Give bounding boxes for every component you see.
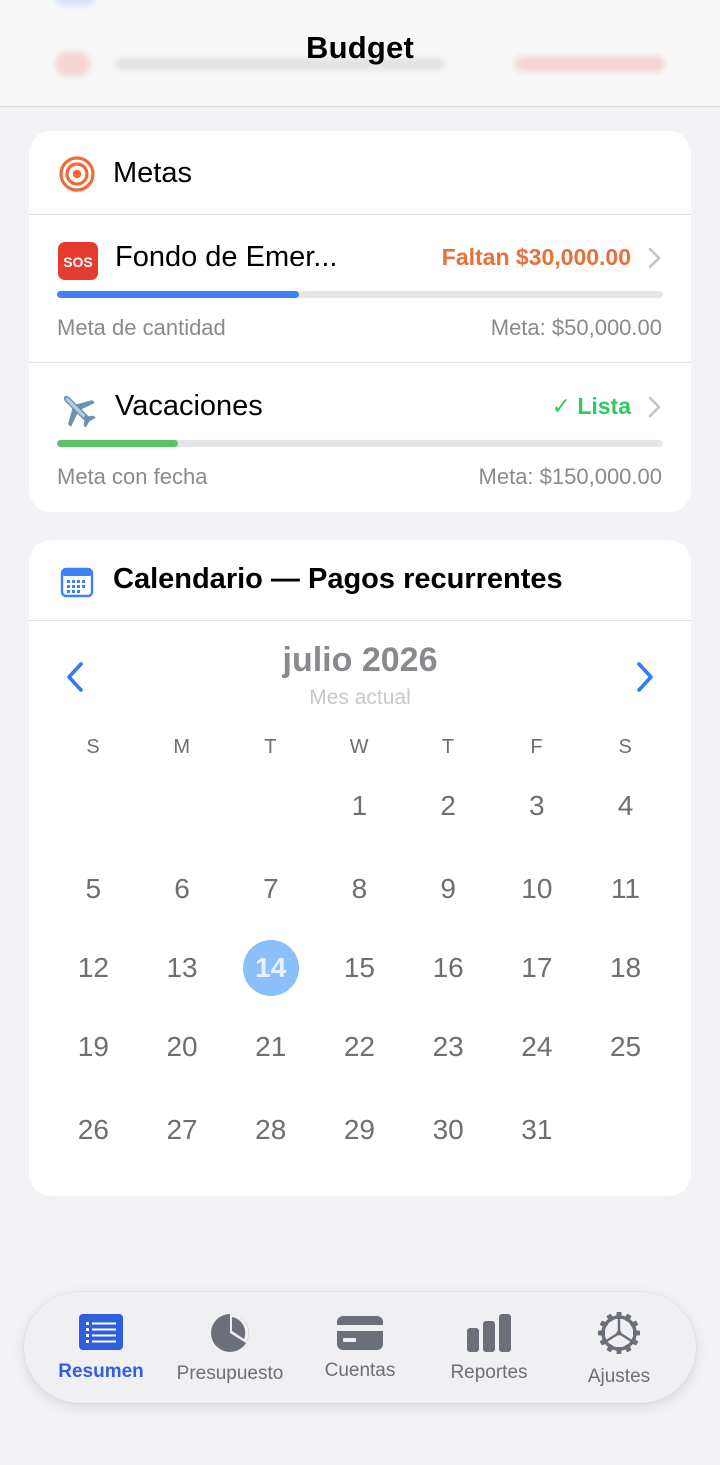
tab-label: Presupuesto [176, 1363, 284, 1384]
calendar-day[interactable]: 1 [331, 778, 387, 834]
target-icon [59, 156, 95, 192]
sos-icon: SOS [58, 242, 98, 280]
tab-label: Reportes [450, 1362, 528, 1383]
calendar-day[interactable]: 5 [65, 861, 121, 917]
calendar-day[interactable]: 3 [509, 778, 565, 834]
goal-target: Meta: $150,000.00 [478, 464, 662, 489]
weekday-label: T [264, 736, 277, 758]
scrolled-content-ghost [55, 0, 95, 6]
calendar-day[interactable]: 24 [509, 1019, 565, 1075]
goal-row-vacations[interactable]: Vacaciones ✓ Lista Meta con fecha Meta: … [29, 364, 691, 512]
calendar-day[interactable]: 7 [243, 861, 299, 917]
weekday-label: F [530, 736, 543, 758]
calendar-day[interactable]: 28 [243, 1102, 299, 1158]
calendar-day[interactable]: 15 [331, 940, 387, 996]
bar-chart-icon [467, 1314, 511, 1352]
goal-progress-fill [57, 291, 300, 298]
goal-name: Vacaciones [115, 390, 263, 422]
weekday-label: S [618, 736, 632, 758]
tab-label: Cuentas [324, 1360, 396, 1381]
airplane-icon [63, 395, 96, 428]
calendar-day[interactable]: 29 [331, 1102, 387, 1158]
goals-card-header: Metas [29, 131, 691, 215]
svg-text:SOS: SOS [63, 254, 93, 270]
chevron-right-icon [648, 247, 661, 269]
month-subtitle: Mes actual [309, 686, 411, 709]
goal-type: Meta con fecha [57, 464, 208, 489]
weekday-header: SMTWTFS [49, 736, 671, 766]
tab-cuentas[interactable]: Cuentas [298, 1292, 422, 1403]
calendar-title: Calendario — Pagos recurrentes [113, 563, 563, 595]
list-icon [79, 1314, 123, 1350]
calendar-day[interactable]: 6 [154, 861, 210, 917]
next-month-button[interactable] [633, 660, 657, 694]
calendar-day[interactable]: 25 [598, 1019, 654, 1075]
weekday-label: S [86, 736, 100, 758]
goal-status: ✓ Lista [551, 393, 631, 419]
goal-name: Fondo de Emer... [115, 241, 338, 273]
goals-card: Metas SOS Fondo de Emer... Faltan $30,00… [29, 131, 691, 512]
calendar-day[interactable]: 12 [65, 940, 121, 996]
chevron-right-icon [648, 396, 661, 418]
tab-resumen[interactable]: Resumen [24, 1292, 178, 1403]
calendar-icon [60, 567, 94, 598]
calendar-day[interactable]: 13 [154, 940, 210, 996]
calendar-day[interactable]: 20 [154, 1019, 210, 1075]
calendar-day[interactable]: 4 [598, 778, 654, 834]
calendar-day[interactable]: 11 [598, 861, 654, 917]
goal-status: Faltan $30,000.00 [441, 244, 631, 270]
calendar-day[interactable]: 2 [420, 778, 476, 834]
calendar-day[interactable]: 17 [509, 940, 565, 996]
goal-row-emergency-fund[interactable]: SOS Fondo de Emer... Faltan $30,000.00 M… [29, 215, 691, 363]
goal-progress-fill [57, 440, 179, 447]
gear-icon [598, 1312, 640, 1354]
goal-progress-bar [57, 291, 663, 298]
tab-label: Ajustes [587, 1366, 651, 1387]
calendar-day[interactable]: 16 [420, 940, 476, 996]
goals-title: Metas [113, 157, 192, 189]
pie-chart-icon [211, 1314, 249, 1352]
page-title: Budget [306, 30, 414, 65]
calendar-day[interactable]: 9 [420, 861, 476, 917]
tab-presupuesto[interactable]: Presupuesto [168, 1292, 292, 1403]
calendar-day[interactable]: 31 [509, 1102, 565, 1158]
month-title: julio 2026 [282, 641, 438, 679]
goal-target: Meta: $50,000.00 [490, 315, 662, 340]
tab-reportes[interactable]: Reportes [427, 1292, 551, 1403]
tab-bar: Resumen Presupuesto Cuentas Reportes Aju… [24, 1292, 696, 1403]
card-icon [337, 1316, 383, 1350]
calendar-day[interactable]: 26 [65, 1102, 121, 1158]
calendar-day[interactable]: 21 [243, 1019, 299, 1075]
calendar-day[interactable]: 23 [420, 1019, 476, 1075]
calendar-card: Calendario — Pagos recurrentes julio 202… [29, 540, 691, 1196]
calendar-day-today[interactable]: 14 [242, 940, 299, 996]
calendar-day[interactable]: 18 [598, 940, 654, 996]
goal-type: Meta de cantidad [57, 315, 226, 340]
calendar-day[interactable]: 27 [154, 1102, 210, 1158]
weekday-label: M [173, 736, 191, 758]
calendar-day[interactable]: 30 [420, 1102, 476, 1158]
tab-ajustes[interactable]: Ajustes [557, 1292, 681, 1403]
calendar-card-header: Calendario — Pagos recurrentes [29, 540, 691, 621]
nav-header: Budget [0, 0, 720, 107]
calendar-day[interactable]: 8 [331, 861, 387, 917]
weekday-label: W [349, 736, 369, 758]
calendar-day[interactable]: 19 [65, 1019, 121, 1075]
calendar-day[interactable]: 10 [509, 861, 565, 917]
goal-progress-bar [57, 440, 663, 447]
calendar-day[interactable]: 22 [331, 1019, 387, 1075]
tab-label: Resumen [58, 1361, 144, 1382]
weekday-label: T [441, 736, 454, 758]
